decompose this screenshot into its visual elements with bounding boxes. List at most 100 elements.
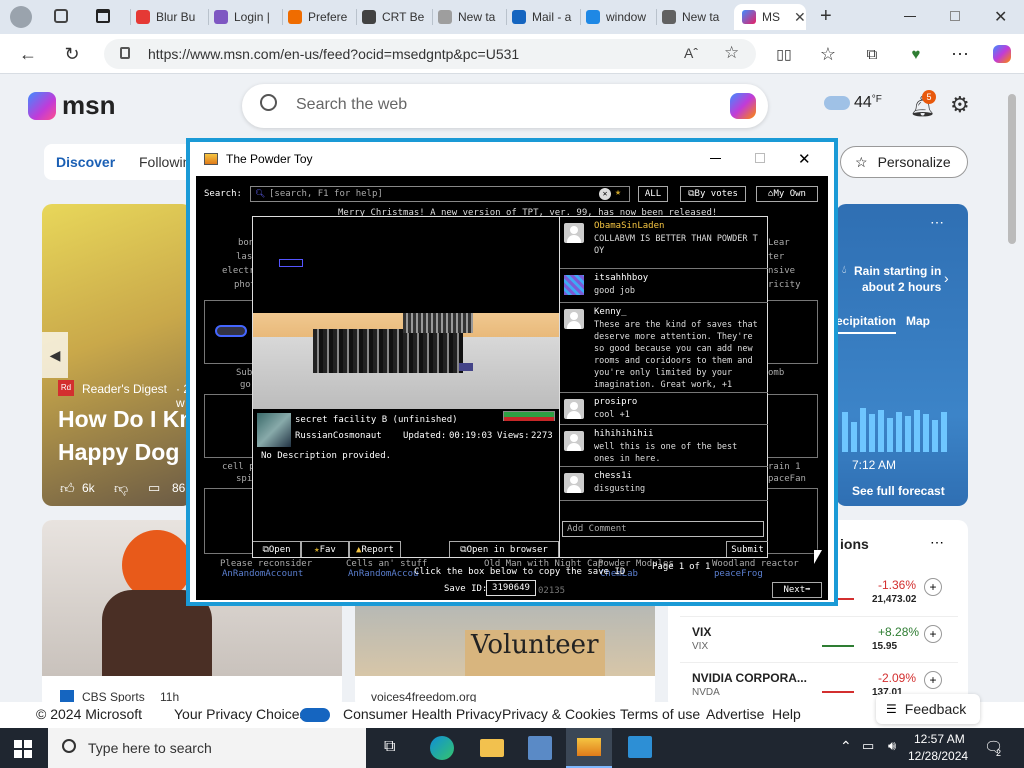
settings-more-icon[interactable]: ⋯ [948,42,972,66]
minimize-button[interactable] [904,16,916,17]
task-view-icon[interactable]: ⧉ [384,738,395,756]
personalize-button[interactable]: ☆ Personalize [840,146,968,178]
extensions-icon[interactable]: ♥ [904,42,928,66]
comment-icon[interactable]: ▭ [148,480,160,496]
browser-tab[interactable]: Mail - a [512,4,578,30]
workspaces-icon[interactable] [54,9,68,23]
tpt-fav-button[interactable]: ★ Fav [301,541,349,557]
tab-precipitation[interactable]: ecipitation [836,314,897,334]
profile-icon[interactable] [10,6,32,28]
hero-prev-arrow[interactable]: ◀ [42,332,68,378]
comment-user[interactable]: Kenny_ [594,307,627,317]
browser-tab[interactable]: CRT Be [362,4,428,30]
taskbar-date[interactable]: 12/28/2024 [908,749,968,763]
tpt-open-button[interactable]: ⧉ Open [253,541,301,557]
save-preview-dialog[interactable]: secret facility B (unfinished) RussianCo… [252,216,768,558]
browser-tab[interactable]: window [586,4,652,30]
msn-search-box[interactable]: Search the web [242,84,768,128]
volume-icon[interactable]: 🔊︎ [888,738,896,754]
tpt-search-input[interactable]: 🔍︎ [search, F1 for help] ✕ ★ [250,186,630,202]
network-icon[interactable]: ▭ [862,738,874,754]
footer-consumer-health[interactable]: Consumer Health Privacy [343,706,502,722]
tpt-report-button[interactable]: ▲ Report [349,541,401,557]
hero-news-card[interactable]: ◀ Rd Reader's Digest · 2 w How Do I Kn H… [42,204,192,506]
market-row[interactable]: VIX VIX +8.28% 15.95 + [680,616,958,658]
tpt-my-own-button[interactable]: ⌂ My Own [756,186,818,202]
add-watchlist-icon[interactable]: + [924,625,942,643]
start-button[interactable] [14,740,32,758]
refresh-button[interactable]: ↻ [60,42,84,66]
edge-taskbar-icon[interactable] [430,736,454,760]
collections-icon[interactable]: ⧉ [860,42,884,66]
tpt-by-votes-button[interactable]: ⧉ By votes [680,186,746,202]
copilot-search-icon[interactable] [730,93,756,119]
close-window-button[interactable]: ✕ [994,7,1007,27]
taskbar-app-icon[interactable] [528,736,552,760]
tpt-next-button[interactable]: Next ➡ [772,582,822,598]
split-screen-icon[interactable]: ▯▯ [772,42,796,66]
tab-actions-icon[interactable] [96,9,110,23]
footer-terms[interactable]: Terms of use [620,706,700,722]
tpt-title-bar[interactable]: The Powder Toy ✕ [190,142,834,176]
dislike-icon[interactable]: 👎︎ [114,480,128,497]
bg-save-thumb[interactable] [766,300,818,364]
footer-help[interactable]: Help [772,706,801,722]
tray-chevron-icon[interactable]: ⌃ [840,738,852,755]
see-full-forecast-link[interactable]: See full forecast [852,484,945,498]
taskbar-search[interactable]: Type here to search [48,728,366,768]
comment-user[interactable]: chess1i [594,471,632,481]
favorites-icon[interactable]: ☆ [816,42,840,66]
browser-tab[interactable]: Blur Bu [136,4,202,30]
feedback-button[interactable]: ☰ Feedback [876,694,980,724]
save-preview-image[interactable] [253,217,559,409]
file-explorer-icon[interactable] [480,739,504,757]
comment-user[interactable]: prosipro [594,397,637,407]
back-button[interactable]: ← [16,42,40,66]
tpt-maximize-button[interactable] [755,153,765,163]
tpt-fav-search-icon[interactable]: ★ [615,187,621,198]
read-aloud-icon[interactable]: Aˆ [684,45,698,61]
tpt-clear-search-icon[interactable]: ✕ [599,188,611,200]
add-comment-input[interactable]: Add Comment [562,521,764,537]
weather-widget[interactable]: 44 °F [824,94,882,112]
tpt-filter-all-button[interactable]: ALL [638,186,668,202]
browser-tab[interactable]: Login | [214,4,280,30]
like-icon[interactable]: 👍︎ [60,480,75,497]
footer-privacy-choices[interactable]: Your Privacy Choices [174,706,307,722]
footer-privacy-cookies[interactable]: Privacy & Cookies [502,706,616,722]
url-field[interactable]: https://www.msn.com/en-us/feed?ocid=msed… [104,39,756,69]
browser-tab[interactable]: New ta [438,4,504,30]
weather-more-icon[interactable]: ⋯ [930,214,944,231]
tpt-minimize-button[interactable] [710,158,721,159]
bg-save-thumb[interactable] [204,488,256,554]
save-id-box[interactable]: 3190649 [486,580,536,596]
tab-discover[interactable]: Discover [56,154,115,170]
footer-advertise[interactable]: Advertise [706,706,764,722]
tab-map[interactable]: Map [906,314,930,328]
tpt-open-in-browser-button[interactable]: ⧉ Open in browser [449,541,559,557]
bg-save-thumb[interactable] [766,488,818,554]
close-tab-icon[interactable]: ✕ [794,9,806,26]
bg-save-thumb[interactable] [204,300,256,364]
comment-user[interactable]: itsahhhboy [594,273,648,283]
scrollbar[interactable] [1008,94,1016,244]
favorite-star-icon[interactable]: ☆ [724,43,739,63]
powder-toy-window[interactable]: The Powder Toy ✕ Search: 🔍︎ [search, F1 … [186,138,838,606]
bg-save-thumb[interactable] [204,394,256,458]
restore-button[interactable] [950,11,960,21]
new-tab-button[interactable]: + [820,5,832,28]
comments-panel[interactable]: ObamaSinLaden COLLABVM IS BETTER THAN POW… [559,217,768,557]
browser-tab[interactable]: Prefere [288,4,354,30]
add-watchlist-icon[interactable]: + [924,671,942,689]
taskbar-time[interactable]: 12:57 AM [914,732,965,746]
remote-desktop-icon[interactable] [628,736,652,758]
msn-settings-gear-icon[interactable]: ⚙ [950,92,970,118]
msn-logo[interactable]: msn [28,90,115,121]
comment-user[interactable]: hihihihihii [594,429,654,439]
bg-save-thumb[interactable] [766,394,818,458]
copilot-icon[interactable] [990,42,1014,66]
markets-more-icon[interactable]: ⋯ [930,534,944,551]
add-watchlist-icon[interactable]: + [924,578,942,596]
tpt-submit-button[interactable]: Submit [726,541,768,557]
powder-toy-taskbar-icon[interactable] [566,728,612,768]
